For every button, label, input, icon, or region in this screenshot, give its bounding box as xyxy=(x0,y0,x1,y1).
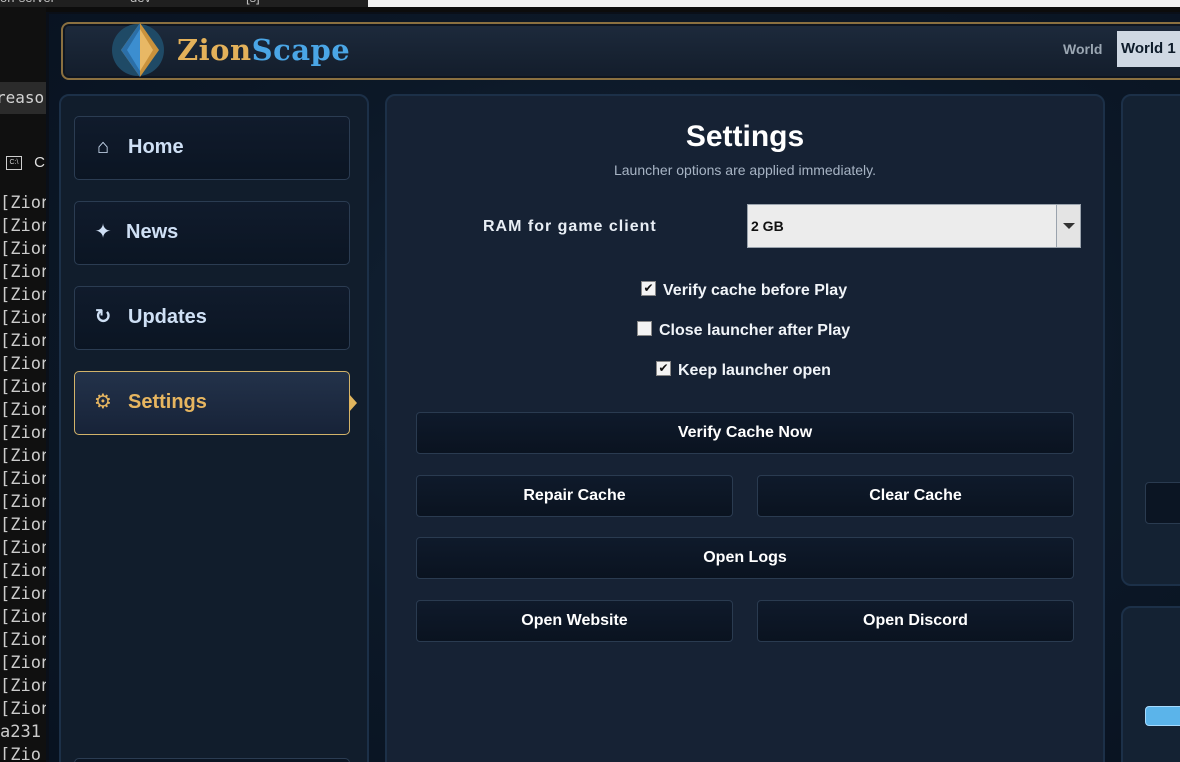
settings-panel: Settings Launcher options are applied im… xyxy=(385,94,1105,762)
close-launcher-after-play-checkbox[interactable]: Close launcher after Play xyxy=(637,321,850,341)
log-line: [Zion xyxy=(0,331,46,351)
clear-cache-button[interactable]: Clear Cache xyxy=(757,475,1074,517)
log-line: [Zion xyxy=(0,561,46,581)
app-logo-text: ZionScape xyxy=(177,33,351,67)
chevron-down-icon[interactable] xyxy=(1056,205,1080,247)
log-line: [Zion xyxy=(0,193,46,213)
page-title: Settings xyxy=(685,120,805,153)
log-line: [Zion xyxy=(0,515,46,535)
diamond-logo-icon xyxy=(112,23,164,77)
log-line: [Zion xyxy=(0,699,46,719)
log-line: [Zion xyxy=(0,285,46,305)
log-line: [Zio xyxy=(0,745,41,760)
right-panel-button[interactable] xyxy=(1145,482,1180,524)
checkbox-checked-icon[interactable]: ✔ xyxy=(641,281,656,297)
log-line: [Zion xyxy=(0,423,46,443)
checkbox-checked-icon[interactable]: ✔ xyxy=(656,361,671,377)
background-search-text: reaso xyxy=(0,82,46,114)
sidebar-item-news[interactable]: ✦ News xyxy=(74,201,350,265)
open-website-button[interactable]: Open Website xyxy=(416,600,733,642)
verify-cache-now-button[interactable]: Verify Cache Now xyxy=(416,412,1074,454)
keep-launcher-open-checkbox[interactable]: ✔ Keep launcher open xyxy=(656,361,831,381)
log-line: [Zion xyxy=(0,377,46,397)
log-line: [Zion xyxy=(0,653,46,673)
log-line: [Zion xyxy=(0,400,46,420)
sidebar: ⌂ Home ✦ News ↻ Updates ⚙ Settings xyxy=(59,94,369,762)
log-line: [Zion xyxy=(0,308,46,328)
active-indicator-arrow-icon xyxy=(349,394,357,412)
gear-icon: ⚙ xyxy=(94,391,112,413)
launcher-window: ZionScape World World 1 - ⌂ Home ✦ News … xyxy=(46,12,1180,762)
sidebar-bottom-button[interactable] xyxy=(74,758,350,762)
refresh-icon: ↻ xyxy=(94,306,112,328)
checkbox-unchecked-icon[interactable] xyxy=(637,321,652,337)
sidebar-item-home[interactable]: ⌂ Home xyxy=(74,116,350,180)
sparkle-icon: ✦ xyxy=(94,221,112,243)
sidebar-item-label: Home xyxy=(128,136,184,158)
open-discord-button[interactable]: Open Discord xyxy=(757,600,1074,642)
log-line: [Zion xyxy=(0,446,46,466)
progress-bar xyxy=(1145,706,1180,726)
right-panel-top xyxy=(1121,94,1180,586)
log-line: a231 xyxy=(0,722,41,742)
world-label: World xyxy=(1063,41,1103,57)
background-terminal-header: C:\ C xyxy=(0,146,46,180)
log-line: [Zion xyxy=(0,216,46,236)
log-line: [Zion xyxy=(0,239,46,259)
right-panel-bottom xyxy=(1121,606,1180,762)
world-select[interactable]: World 1 - xyxy=(1117,31,1180,67)
verify-cache-before-play-checkbox[interactable]: ✔ Verify cache before Play xyxy=(641,281,847,301)
page-subtitle: Launcher options are applied immediately… xyxy=(613,162,876,178)
ram-select[interactable]: 2 GB xyxy=(747,204,1081,248)
log-line: [Zion xyxy=(0,354,46,374)
sidebar-item-label: News xyxy=(126,221,179,243)
sidebar-item-label: Settings xyxy=(128,391,207,413)
background-log-lines: [Zion [Zion [Zion [Zion [Zion [Zion [Zion [Zion… xyxy=(0,192,46,760)
sidebar-item-label: Updates xyxy=(128,306,207,328)
command-prompt-icon: C:\ xyxy=(6,156,22,171)
log-line: [Zion xyxy=(0,469,46,489)
log-line: [Zion xyxy=(0,584,46,604)
sidebar-item-updates[interactable]: ↻ Updates xyxy=(74,286,350,350)
log-line: [Zion xyxy=(0,676,46,696)
log-line: [Zion xyxy=(0,492,46,512)
open-logs-button[interactable]: Open Logs xyxy=(416,537,1074,579)
launcher-header: ZionScape World World 1 - xyxy=(61,22,1180,80)
sidebar-item-settings[interactable]: ⚙ Settings xyxy=(74,371,357,435)
log-line: [Zion xyxy=(0,630,46,650)
log-line: [Zion xyxy=(0,607,46,627)
ram-select-value: 2 GB xyxy=(751,218,784,234)
background-title-bar: on-serverdev[s] xyxy=(0,0,1180,7)
log-line: [Zion xyxy=(0,262,46,282)
ram-label: RAM for game client xyxy=(483,218,657,235)
log-line: [Zion xyxy=(0,538,46,558)
home-icon: ⌂ xyxy=(96,136,110,158)
repair-cache-button[interactable]: Repair Cache xyxy=(416,475,733,517)
